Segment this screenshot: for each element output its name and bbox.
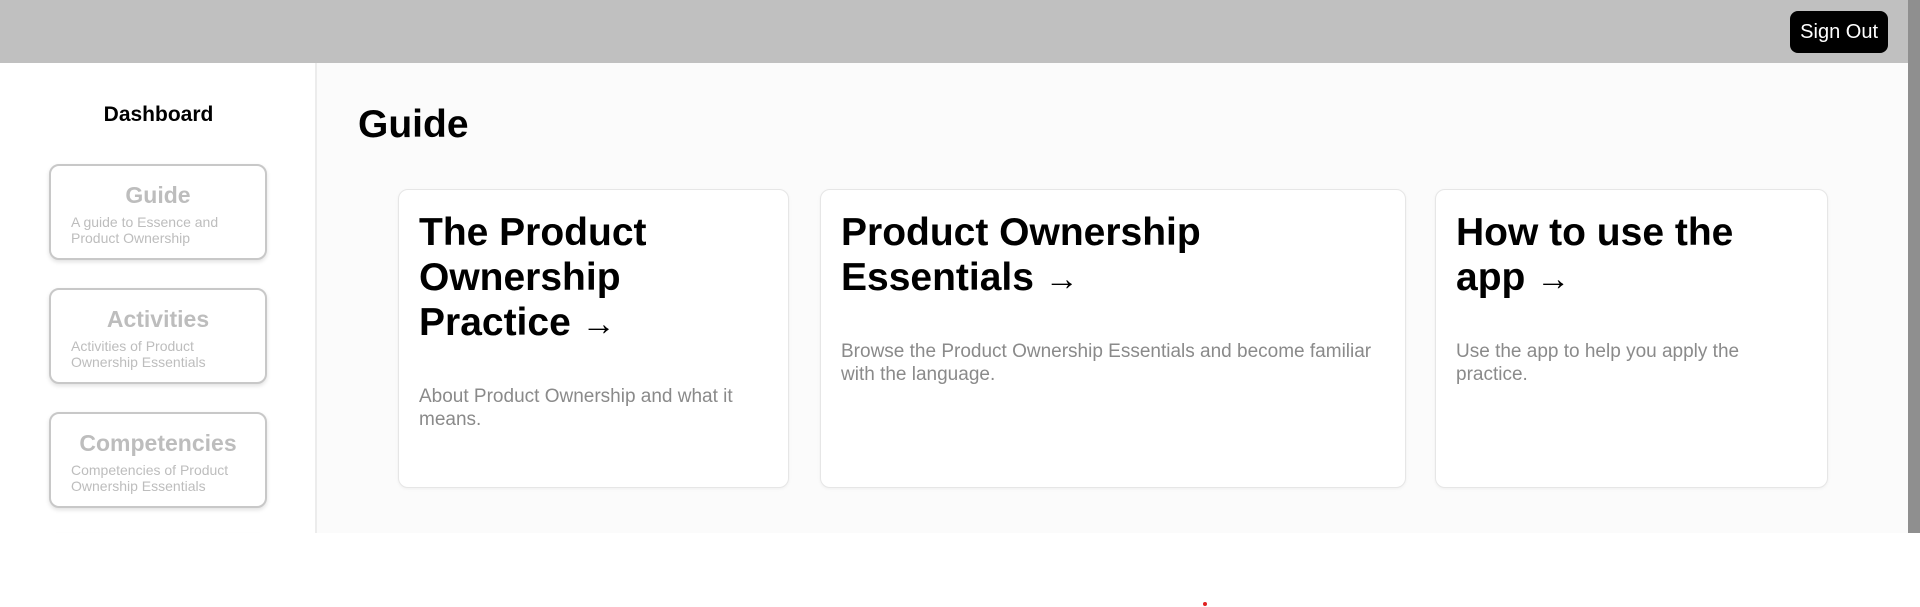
guide-card-title: The Product Ownership Practice → [419, 210, 768, 347]
page-title: Guide [358, 103, 469, 146]
guide-card-title: How to use the app → [1456, 210, 1767, 302]
sidebar-title: Dashboard [103, 103, 214, 126]
sidebar-item-activities[interactable]: Activities Activities of Product Ownersh… [49, 288, 267, 384]
guide-card-title-text: Product Ownership Essentials [841, 211, 1201, 299]
guide-card-description: Use the app to help you apply the practi… [1456, 341, 1740, 385]
arrow-right-icon: → [1044, 260, 1079, 298]
sidebar: Dashboard Guide A guide to Essence and P… [0, 63, 317, 533]
guide-card-title: Product Ownership Essentials → [841, 210, 1385, 302]
top-bar: Sign Out [0, 0, 1908, 63]
sidebar-item-description: A guide to Essence and Product Ownership [71, 214, 219, 246]
sidebar-item-guide[interactable]: Guide A guide to Essence and Product Own… [49, 164, 267, 260]
main-content: Guide The Product Ownership Practice → A… [317, 63, 1908, 533]
sidebar-item-description: Activities of Product Ownership Essentia… [71, 338, 206, 370]
sidebar-item-title: Activities [106, 306, 210, 332]
cursor-marker [1203, 602, 1207, 606]
guide-card-description: Browse the Product Ownership Essentials … [841, 341, 1372, 385]
guide-card-title-text: How to use the app [1456, 211, 1734, 299]
guide-card-description: About Product Ownership and what it mean… [419, 386, 733, 430]
guide-card-product-ownership-essentials[interactable]: Product Ownership Essentials → Browse th… [820, 189, 1406, 488]
sidebar-item-competencies[interactable]: Competencies Competencies of Product Own… [49, 412, 267, 508]
sidebar-item-title: Guide [125, 182, 191, 208]
arrow-right-icon: → [581, 305, 616, 343]
guide-card-product-ownership-practice[interactable]: The Product Ownership Practice → About P… [398, 189, 789, 488]
sign-out-button[interactable]: Sign Out [1790, 11, 1888, 53]
sidebar-item-description: Competencies of Product Ownership Essent… [71, 462, 229, 494]
guide-card-how-to-use-app[interactable]: How to use the app → Use the app to help… [1435, 189, 1828, 488]
scrollbar-thumb[interactable] [1908, 0, 1920, 533]
app-viewport: Sign Out Dashboard Guide A guide to Esse… [0, 0, 1908, 533]
sidebar-item-title: Competencies [79, 430, 237, 456]
arrow-right-icon: → [1536, 260, 1571, 298]
